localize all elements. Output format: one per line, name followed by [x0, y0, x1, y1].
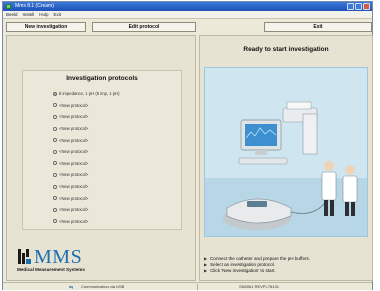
protocol-label: <New protocol>	[59, 137, 89, 143]
protocol-label: 8 impedance, 1 pH (5 imp, 1 pH)	[59, 91, 120, 97]
protocols-heading: Investigation protocols	[66, 75, 138, 82]
device-serial: SN5061 REVPI-78101	[239, 284, 280, 289]
radio-icon[interactable]	[53, 114, 57, 119]
protocol-panel: Investigation protocols 8 impedance, 1 p…	[6, 35, 196, 281]
protocol-option[interactable]: <New protocol>	[53, 216, 178, 228]
protocol-label: <New protocol>	[59, 172, 89, 178]
radio-selected-icon[interactable]	[53, 91, 57, 96]
instruction-list: ▶ Connect the catheter and prepare the pH…	[204, 256, 370, 274]
menu-bar: Beeld Instell Hulp Exit	[3, 11, 372, 19]
instruction-item: ▶ Click 'New investigation' to start.	[204, 268, 370, 274]
protocol-label: <New protocol>	[59, 102, 89, 108]
status-title: Ready to start investigation	[243, 46, 329, 53]
protocol-label: <New protocol>	[59, 207, 89, 213]
protocol-label: <New protocol>	[59, 126, 89, 132]
logo-subtitle: Medical Measurement Systems	[17, 267, 85, 272]
radio-icon[interactable]	[53, 196, 57, 201]
protocol-option[interactable]: <New protocol>	[53, 100, 178, 112]
app-window: Mms 8.1 (Cream) Beeld Instell Hulp Exit …	[2, 1, 373, 291]
radio-icon[interactable]	[53, 172, 57, 177]
menu-item-instell[interactable]: Instell	[23, 11, 35, 18]
radio-icon[interactable]	[53, 126, 57, 131]
protocol-group: Investigation protocols 8 impedance, 1 p…	[22, 70, 182, 230]
protocol-option[interactable]: <New protocol>	[53, 146, 178, 158]
radio-icon[interactable]	[53, 138, 57, 143]
menu-item-exit[interactable]: Exit	[54, 11, 62, 18]
instruction-text: Click 'New investigation' to start.	[210, 268, 276, 273]
radio-icon[interactable]	[53, 103, 57, 108]
lab-scene-image	[205, 68, 367, 236]
protocol-option[interactable]: <New protocol>	[53, 204, 178, 216]
radio-icon[interactable]	[53, 184, 57, 189]
status-bar: ⇆ Communication via USB SN5061 REVPI-781…	[3, 282, 372, 291]
maximize-button[interactable]	[355, 3, 362, 10]
arrow-right-icon: ▶	[204, 268, 208, 273]
investigation-illustration	[204, 67, 368, 237]
title-bar: Mms 8.1 (Cream)	[3, 2, 372, 11]
waveform-logo-icon	[18, 249, 31, 264]
protocol-label: <New protocol>	[59, 184, 89, 190]
usb-icon: ⇆	[69, 285, 74, 291]
protocol-option[interactable]: <New protocol>	[53, 111, 178, 123]
protocol-option[interactable]: 8 impedance, 1 pH (5 imp, 1 pH)	[53, 88, 178, 100]
radio-icon[interactable]	[53, 207, 57, 212]
exit-button[interactable]: Exit	[264, 22, 372, 32]
radio-icon[interactable]	[53, 219, 57, 224]
protocol-option[interactable]: <New protocol>	[53, 134, 178, 146]
radio-icon[interactable]	[53, 149, 57, 154]
radio-icon[interactable]	[53, 161, 57, 166]
menu-item-hulp[interactable]: Hulp	[39, 11, 48, 18]
protocol-option[interactable]: <New protocol>	[53, 158, 178, 170]
edit-protocol-button[interactable]: Edit protocol	[92, 22, 196, 32]
close-button[interactable]	[363, 3, 370, 10]
menu-item-beeld[interactable]: Beeld	[6, 11, 18, 18]
protocol-label: <New protocol>	[59, 149, 89, 155]
protocol-label: <New protocol>	[59, 114, 89, 120]
protocol-list: 8 impedance, 1 pH (5 imp, 1 pH) <New pro…	[53, 88, 178, 227]
connection-status: Communication via USB	[81, 284, 125, 289]
protocol-option[interactable]: <New protocol>	[53, 192, 178, 204]
app-icon	[6, 4, 11, 9]
status-divider	[197, 284, 198, 290]
window-title: Mms 8.1 (Cream)	[15, 3, 54, 9]
protocol-option[interactable]: <New protocol>	[53, 169, 178, 181]
mms-logo: MMS Medical Measurement Systems	[17, 246, 137, 278]
protocol-option[interactable]: <New protocol>	[53, 123, 178, 135]
protocol-label: <New protocol>	[59, 195, 89, 201]
protocol-label: <New protocol>	[59, 160, 89, 166]
logo-text: MMS	[34, 246, 83, 268]
new-investigation-button[interactable]: New investigation	[6, 22, 86, 32]
status-panel: Ready to start investigation ▶ Connect t…	[199, 35, 373, 281]
protocol-option[interactable]: <New protocol>	[53, 181, 178, 193]
window-controls	[347, 3, 370, 10]
protocol-label: <New protocol>	[59, 218, 89, 224]
minimize-button[interactable]	[347, 3, 354, 10]
